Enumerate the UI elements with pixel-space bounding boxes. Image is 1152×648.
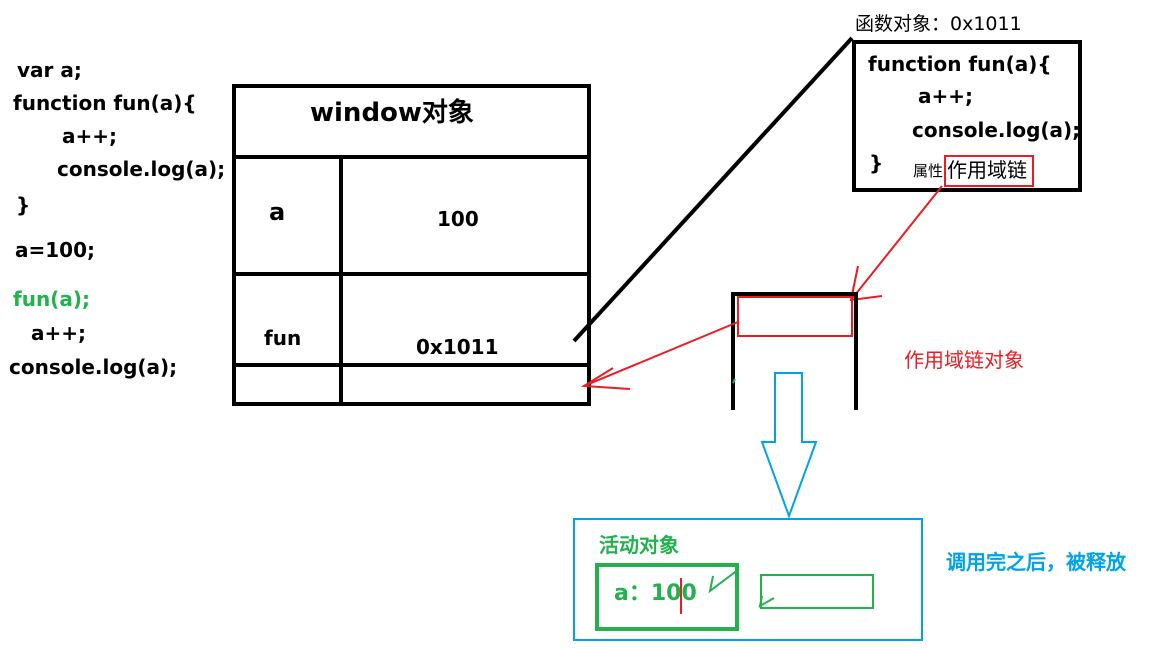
window-object-table <box>232 84 591 406</box>
fn-object-scope-chain-label: 作用域链 <box>947 158 1027 182</box>
fn-object-line-1: function fun(a){ <box>868 52 1052 76</box>
scope-chain-arrow <box>850 185 943 301</box>
released-note: 调用完之后，被释放 <box>946 550 1126 574</box>
scope-chain-object-label: 作用域链对象 <box>904 348 1024 372</box>
window-object-title: window对象 <box>310 98 474 128</box>
activation-value-text: a：100 <box>614 581 697 606</box>
fn-object-line-2: a++; <box>918 84 974 108</box>
fn-object-line-3: console.log(a); <box>912 118 1081 142</box>
fn-object-line-4: } <box>869 151 884 175</box>
scope-to-window-arrow <box>583 321 739 387</box>
empty-slot-box <box>760 574 874 609</box>
down-arrow <box>760 372 818 519</box>
activation-object-label: 活动对象 <box>599 533 679 557</box>
function-object-header: 函数对象：0x1011 <box>855 13 1022 35</box>
tick-mark-2 <box>758 595 775 608</box>
scope-chain-object-container <box>731 292 858 410</box>
window-row-fun-key: fun <box>264 326 302 350</box>
window-row-a-value: 100 <box>437 207 479 231</box>
fn-object-attr-label: 属性 <box>913 162 944 180</box>
tick-mark-1 <box>708 568 740 594</box>
scope-chain-slot <box>737 296 853 337</box>
window-row-fun-value: 0x1011 <box>416 335 499 359</box>
window-row-a-key: a <box>269 198 286 226</box>
